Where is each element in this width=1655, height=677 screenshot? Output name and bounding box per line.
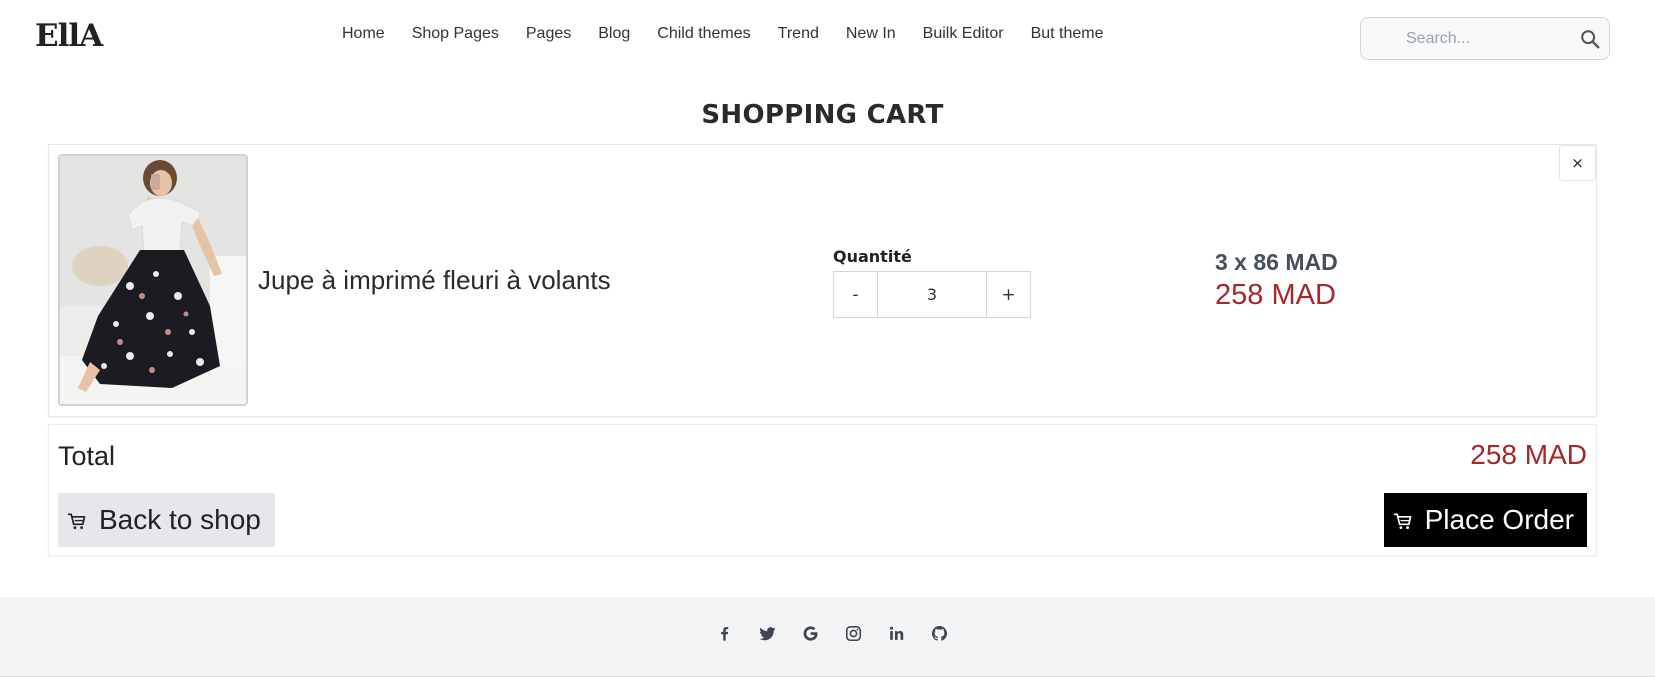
facebook-icon[interactable] xyxy=(703,621,746,645)
total-value: 258 MAD xyxy=(1470,439,1587,470)
site-header: EllA Home Shop Pages Pages Blog Child th… xyxy=(0,0,1655,75)
back-to-shop-button[interactable]: Back to shop xyxy=(58,493,275,547)
nav-blog[interactable]: Blog xyxy=(598,25,630,43)
page-title: SHOPPING CART xyxy=(701,100,944,130)
linkedin-icon[interactable] xyxy=(875,621,918,645)
github-icon[interactable] xyxy=(918,621,961,645)
place-order-button[interactable]: Place Order xyxy=(1383,493,1587,547)
increment-button[interactable]: + xyxy=(986,271,1031,318)
nav-trend[interactable]: Trend xyxy=(778,25,819,43)
cart-icon xyxy=(1393,513,1411,530)
line-total: 258 MAD xyxy=(1215,279,1336,311)
nav-builk-editor[interactable]: Builk Editor xyxy=(923,25,1004,43)
quantity-value[interactable]: 3 xyxy=(878,271,986,318)
site-logo[interactable]: EllA xyxy=(35,18,103,54)
instagram-icon[interactable] xyxy=(832,621,875,645)
unit-price: 3 x 86 MAD xyxy=(1215,249,1338,275)
nav-pages[interactable]: Pages xyxy=(526,25,571,43)
site-footer xyxy=(0,597,1655,677)
cart-icon xyxy=(67,513,86,530)
social-links xyxy=(703,621,961,645)
search-box xyxy=(1360,17,1610,60)
nav-shop-pages[interactable]: Shop Pages xyxy=(412,25,499,43)
decrement-button[interactable]: - xyxy=(833,271,878,318)
quantity-label: Quantité xyxy=(833,247,912,266)
nav-home[interactable]: Home xyxy=(342,25,385,43)
search-icon[interactable] xyxy=(1579,28,1601,50)
main-nav: Home Shop Pages Pages Blog Child themes … xyxy=(342,25,1131,43)
product-image[interactable] xyxy=(58,154,248,406)
back-to-shop-label: Back to shop xyxy=(99,504,261,535)
total-label: Total xyxy=(58,441,116,471)
product-photo xyxy=(60,156,246,404)
nav-new-in[interactable]: New In xyxy=(846,25,896,43)
place-order-label: Place Order xyxy=(1424,504,1574,535)
google-icon[interactable] xyxy=(789,621,832,645)
quantity-stepper: - 3 + xyxy=(833,271,1031,318)
search-input[interactable] xyxy=(1406,28,1566,50)
twitter-icon[interactable] xyxy=(746,621,789,645)
product-name[interactable]: Jupe à imprimé fleuri à volants xyxy=(258,265,611,296)
nav-but-theme[interactable]: But theme xyxy=(1031,25,1104,43)
remove-item-button[interactable]: × xyxy=(1559,145,1596,181)
cart-totals: Total 258 MAD Back to shop Place Order xyxy=(48,424,1597,556)
nav-child-themes[interactable]: Child themes xyxy=(657,25,750,43)
cart-item: Jupe à imprimé fleuri à volants Quantité… xyxy=(48,144,1597,417)
